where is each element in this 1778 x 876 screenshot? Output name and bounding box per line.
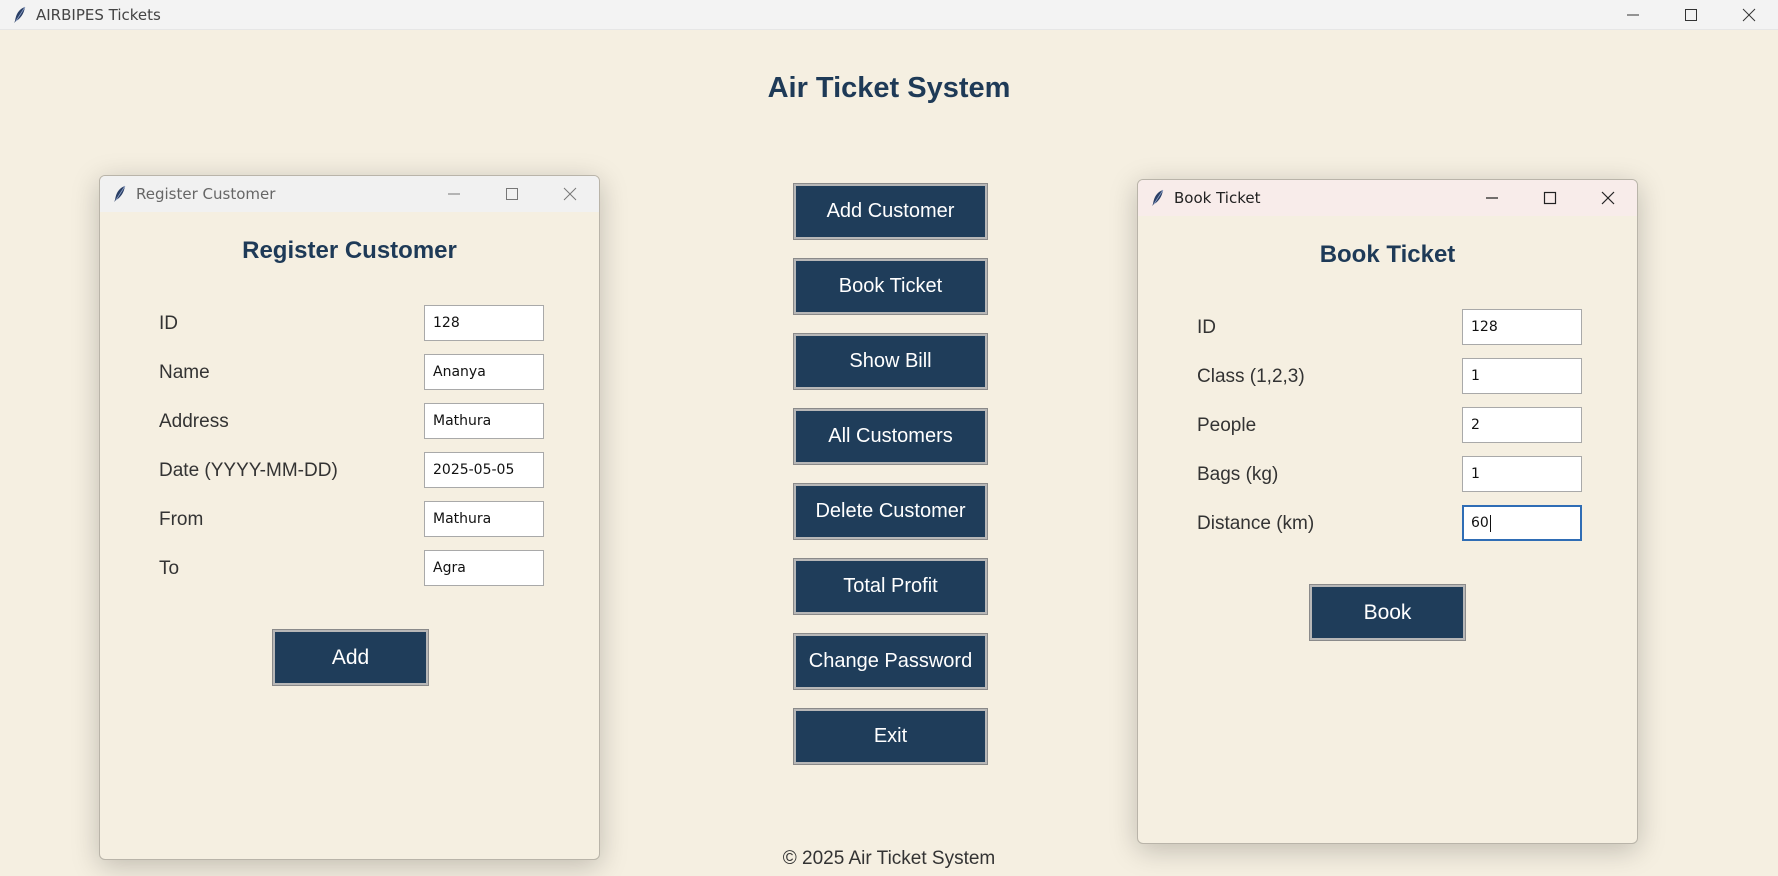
address-field[interactable]: Mathura	[424, 403, 544, 439]
date-label: Date (YYYY-MM-DD)	[159, 460, 338, 481]
distance-label: Distance (km)	[1197, 513, 1315, 534]
minimize-icon[interactable]	[1463, 180, 1521, 216]
window-title: AIRBIPES Tickets	[36, 5, 161, 24]
register-customer-dialog: Register Customer Register Customer ID 1…	[99, 175, 600, 860]
delete-customer-button[interactable]: Delete Customer	[793, 483, 988, 540]
feather-icon	[1148, 188, 1168, 208]
bags-field[interactable]: 1	[1462, 456, 1582, 492]
change-password-button[interactable]: Change Password	[793, 633, 988, 690]
minimize-icon[interactable]	[425, 176, 483, 212]
total-profit-button[interactable]: Total Profit	[793, 558, 988, 615]
class-label: Class (1,2,3)	[1197, 366, 1305, 387]
all-customers-button[interactable]: All Customers	[793, 408, 988, 465]
id-label: ID	[159, 313, 178, 334]
main-titlebar: AIRBIPES Tickets	[0, 0, 1778, 30]
register-dialog-window-title: Register Customer	[136, 185, 276, 203]
feather-icon	[110, 184, 130, 204]
name-field[interactable]: Ananya	[424, 354, 544, 390]
name-label: Name	[159, 362, 210, 383]
to-label: To	[159, 558, 180, 579]
register-dialog-titlebar: Register Customer	[100, 176, 599, 212]
exit-button[interactable]: Exit	[793, 708, 988, 765]
bags-label: Bags (kg)	[1197, 464, 1279, 485]
feather-icon	[10, 5, 30, 25]
register-dialog-heading: Register Customer	[242, 237, 457, 264]
book-ticket-button[interactable]: Book Ticket	[793, 258, 988, 315]
id-field[interactable]: 128	[1462, 309, 1582, 345]
maximize-icon[interactable]	[483, 176, 541, 212]
people-label: People	[1197, 415, 1257, 436]
close-icon[interactable]	[1720, 0, 1778, 30]
close-icon[interactable]	[1579, 180, 1637, 216]
distance-field-value: 60	[1471, 515, 1489, 531]
text-caret	[1489, 514, 1491, 532]
id-field[interactable]: 128	[424, 305, 544, 341]
maximize-icon[interactable]	[1521, 180, 1579, 216]
class-field[interactable]: 1	[1462, 358, 1582, 394]
add-customer-button[interactable]: Add Customer	[793, 183, 988, 240]
book-dialog-heading: Book Ticket	[1319, 241, 1456, 268]
book-dialog-window-title: Book Ticket	[1174, 189, 1261, 207]
people-field[interactable]: 2	[1462, 407, 1582, 443]
close-icon[interactable]	[541, 176, 599, 212]
maximize-icon[interactable]	[1662, 0, 1720, 30]
add-button[interactable]: Add	[272, 629, 429, 686]
date-field[interactable]: 2025-05-05	[424, 452, 544, 488]
book-button[interactable]: Book	[1309, 584, 1466, 641]
from-label: From	[159, 509, 204, 530]
page-title: Air Ticket System	[767, 72, 1011, 104]
from-field[interactable]: Mathura	[424, 501, 544, 537]
book-ticket-dialog: Book Ticket Book Ticket ID 128 Class (1,…	[1137, 179, 1638, 844]
book-dialog-titlebar: Book Ticket	[1138, 180, 1637, 216]
to-field[interactable]: Agra	[424, 550, 544, 586]
minimize-icon[interactable]	[1604, 0, 1662, 30]
address-label: Address	[159, 411, 229, 432]
id-label: ID	[1197, 317, 1216, 338]
distance-field[interactable]: 60	[1462, 505, 1582, 541]
show-bill-button[interactable]: Show Bill	[793, 333, 988, 390]
